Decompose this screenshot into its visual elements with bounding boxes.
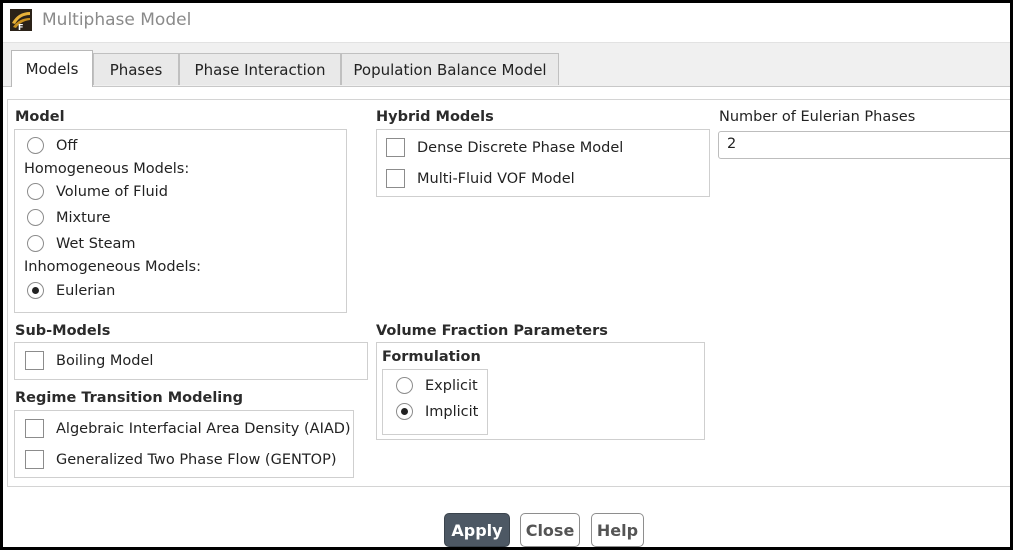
tab-models[interactable]: Models — [11, 50, 93, 87]
multiphase-model-window: F Multiphase Model Models Phases Phase I… — [3, 3, 1010, 547]
radio-button[interactable] — [27, 235, 44, 252]
radio-implicit[interactable]: Implicit — [396, 403, 478, 420]
tab-strip: Models Phases Phase Interaction Populati… — [3, 43, 1010, 87]
radio-button-selected[interactable] — [396, 403, 413, 420]
check-gentop-label: Generalized Two Phase Flow (GENTOP) — [56, 451, 337, 468]
check-gentop[interactable]: Generalized Two Phase Flow (GENTOP) — [25, 450, 337, 469]
homogeneous-models-label: Homogeneous Models: — [24, 161, 190, 177]
eulerian-phases-label: Number of Eulerian Phases — [719, 109, 916, 125]
fluent-app-icon: F — [10, 9, 32, 31]
check-boiling-model[interactable]: Boiling Model — [25, 351, 153, 370]
apply-button[interactable]: Apply — [444, 513, 510, 547]
checkbox[interactable] — [386, 138, 405, 157]
radio-eulerian-label: Eulerian — [56, 282, 116, 299]
window-title: Multiphase Model — [42, 10, 192, 30]
radio-off-label: Off — [56, 137, 78, 154]
check-boiling-model-label: Boiling Model — [56, 352, 154, 369]
radio-explicit-label: Explicit — [425, 377, 478, 394]
eulerian-phases-input[interactable]: 2 — [718, 131, 1010, 159]
hybrid-models-heading: Hybrid Models — [376, 109, 494, 125]
radio-button[interactable] — [396, 377, 413, 394]
radio-button-selected[interactable] — [27, 282, 44, 299]
formulation-label: Formulation — [382, 349, 481, 365]
check-dense-discrete-phase[interactable]: Dense Discrete Phase Model — [386, 138, 623, 157]
check-multi-fluid-vof-label: Multi-Fluid VOF Model — [417, 170, 575, 187]
radio-button[interactable] — [27, 137, 44, 154]
title-bar: F Multiphase Model — [3, 3, 1010, 43]
radio-off[interactable]: Off — [27, 137, 77, 154]
check-multi-fluid-vof[interactable]: Multi-Fluid VOF Model — [386, 169, 575, 188]
regime-transition-heading: Regime Transition Modeling — [15, 390, 243, 406]
radio-button[interactable] — [27, 209, 44, 226]
radio-explicit[interactable]: Explicit — [396, 377, 478, 394]
check-dense-discrete-phase-label: Dense Discrete Phase Model — [417, 139, 624, 156]
checkbox[interactable] — [25, 419, 44, 438]
svg-text:F: F — [18, 23, 23, 31]
radio-implicit-label: Implicit — [425, 403, 479, 420]
checkbox[interactable] — [25, 450, 44, 469]
sub-models-heading: Sub-Models — [15, 323, 111, 339]
radio-button[interactable] — [27, 183, 44, 200]
check-aiad-label: Algebraic Interfacial Area Density (AIAD… — [56, 420, 351, 437]
radio-eulerian[interactable]: Eulerian — [27, 282, 115, 299]
radio-mixture[interactable]: Mixture — [27, 209, 111, 226]
checkbox[interactable] — [386, 169, 405, 188]
model-heading: Model — [15, 109, 65, 125]
check-aiad[interactable]: Algebraic Interfacial Area Density (AIAD… — [25, 419, 351, 438]
volume-fraction-heading: Volume Fraction Parameters — [376, 323, 608, 339]
close-button[interactable]: Close — [520, 513, 580, 547]
inhomogeneous-models-label: Inhomogeneous Models: — [24, 259, 201, 275]
tab-phase-interaction[interactable]: Phase Interaction — [179, 53, 341, 85]
checkbox[interactable] — [25, 351, 44, 370]
tab-population-balance-model[interactable]: Population Balance Model — [341, 53, 559, 85]
radio-wet-steam-label: Wet Steam — [56, 235, 136, 252]
radio-mixture-label: Mixture — [56, 209, 111, 226]
radio-volume-of-fluid[interactable]: Volume of Fluid — [27, 183, 168, 200]
radio-volume-of-fluid-label: Volume of Fluid — [56, 183, 168, 200]
radio-wet-steam[interactable]: Wet Steam — [27, 235, 136, 252]
tab-phases[interactable]: Phases — [93, 53, 179, 85]
help-button[interactable]: Help — [591, 513, 644, 547]
